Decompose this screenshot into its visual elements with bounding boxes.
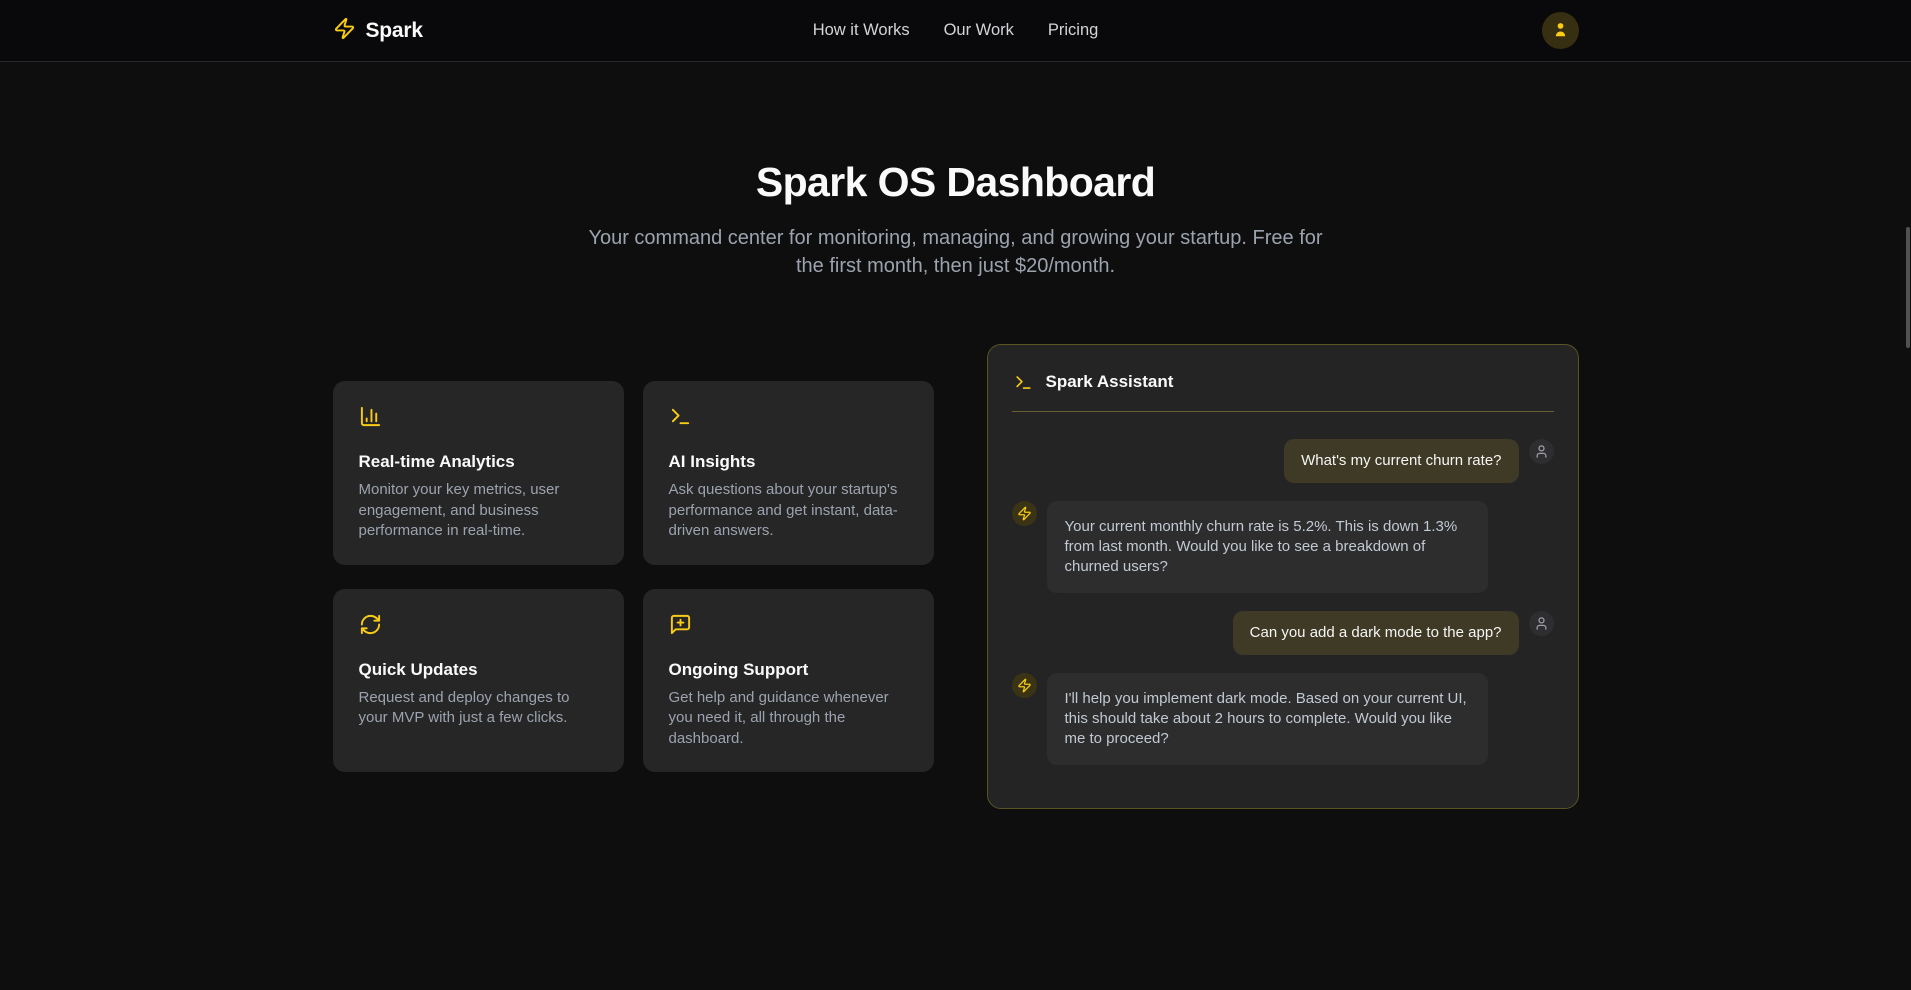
feature-title: Ongoing Support bbox=[669, 660, 908, 680]
features-grid: Real-time Analytics Monitor your key met… bbox=[333, 381, 934, 772]
user-avatar-button[interactable] bbox=[1542, 12, 1579, 49]
user-message-bubble: Can you add a dark mode to the app? bbox=[1233, 611, 1519, 655]
assistant-message-bubble: Your current monthly churn rate is 5.2%.… bbox=[1047, 501, 1488, 593]
feature-description: Request and deploy changes to your MVP w… bbox=[359, 688, 598, 729]
nav-link-how-it-works[interactable]: How it Works bbox=[813, 21, 910, 40]
assistant-message-bubble: I'll help you implement dark mode. Based… bbox=[1047, 673, 1488, 765]
zap-icon bbox=[333, 17, 356, 45]
feature-card-quick-updates: Quick Updates Request and deploy changes… bbox=[333, 589, 624, 773]
navbar-left: Spark bbox=[333, 17, 813, 45]
terminal-icon bbox=[669, 405, 908, 428]
feature-title: AI Insights bbox=[669, 452, 908, 472]
chat-messages: What's my current churn rate? Your curre… bbox=[1012, 439, 1554, 765]
hero-subtitle: Your command center for monitoring, mana… bbox=[582, 224, 1330, 280]
user-message-avatar bbox=[1529, 439, 1554, 464]
user-icon bbox=[1534, 616, 1549, 631]
feature-description: Ask questions about your startup's perfo… bbox=[669, 480, 908, 542]
brand-name: Spark bbox=[366, 19, 423, 43]
terminal-icon bbox=[1014, 373, 1033, 392]
chat-message-user: Can you add a dark mode to the app? bbox=[1012, 611, 1554, 655]
user-message-bubble: What's my current churn rate? bbox=[1284, 439, 1518, 483]
nav-links: How it Works Our Work Pricing bbox=[813, 21, 1099, 40]
chat-header-divider bbox=[1012, 411, 1554, 412]
chat-header: Spark Assistant bbox=[1012, 369, 1554, 392]
hero-section: Spark OS Dashboard Your command center f… bbox=[0, 62, 1911, 280]
user-message-avatar bbox=[1529, 611, 1554, 636]
message-square-plus-icon bbox=[669, 613, 908, 636]
zap-icon bbox=[1017, 506, 1032, 521]
nav-link-pricing[interactable]: Pricing bbox=[1048, 21, 1098, 40]
chat-message-user: What's my current churn rate? bbox=[1012, 439, 1554, 483]
content-row: Real-time Analytics Monitor your key met… bbox=[333, 344, 1579, 809]
chat-message-assistant: I'll help you implement dark mode. Based… bbox=[1012, 673, 1554, 765]
navbar-inner: Spark How it Works Our Work Pricing bbox=[333, 0, 1579, 61]
nav-link-our-work[interactable]: Our Work bbox=[944, 21, 1014, 40]
assistant-message-avatar bbox=[1012, 501, 1037, 526]
user-icon bbox=[1534, 444, 1549, 459]
chat-message-assistant: Your current monthly churn rate is 5.2%.… bbox=[1012, 501, 1554, 593]
zap-icon bbox=[1017, 678, 1032, 693]
page-scrollbar-thumb[interactable] bbox=[1906, 227, 1910, 348]
spark-assistant-panel: Spark Assistant What's my current churn … bbox=[987, 344, 1579, 809]
navbar-right bbox=[1098, 12, 1578, 49]
feature-card-realtime-analytics: Real-time Analytics Monitor your key met… bbox=[333, 381, 624, 565]
feature-card-ai-insights: AI Insights Ask questions about your sta… bbox=[643, 381, 934, 565]
feature-title: Real-time Analytics bbox=[359, 452, 598, 472]
feature-description: Get help and guidance whenever you need … bbox=[669, 688, 908, 750]
feature-title: Quick Updates bbox=[359, 660, 598, 680]
chat-title: Spark Assistant bbox=[1046, 372, 1174, 392]
user-icon bbox=[1551, 20, 1570, 42]
feature-card-ongoing-support: Ongoing Support Get help and guidance wh… bbox=[643, 589, 934, 773]
navbar: Spark How it Works Our Work Pricing bbox=[0, 0, 1911, 62]
feature-description: Monitor your key metrics, user engagemen… bbox=[359, 480, 598, 542]
brand-logo[interactable]: Spark bbox=[333, 17, 423, 45]
assistant-message-avatar bbox=[1012, 673, 1037, 698]
page-title: Spark OS Dashboard bbox=[0, 159, 1911, 206]
refresh-icon bbox=[359, 613, 598, 636]
chart-column-icon bbox=[359, 405, 598, 428]
